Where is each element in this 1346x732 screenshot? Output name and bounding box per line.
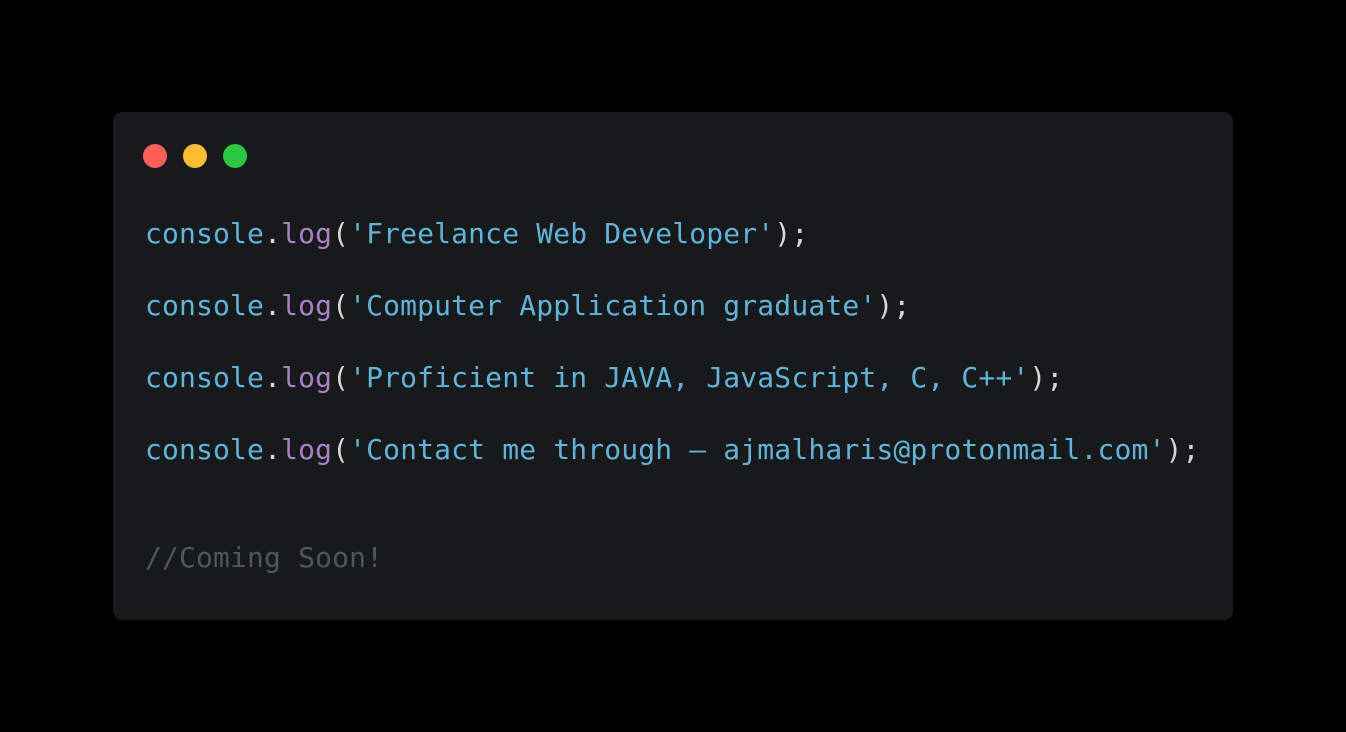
code-object: console [145,361,265,394]
code-method: log [281,361,333,394]
code-line-3: console.log('Proficient in JAVA, JavaScr… [145,360,1063,396]
code-method: log [281,289,333,322]
code-string: 'Computer Application graduate' [349,289,877,322]
code-close: ); [1165,433,1200,466]
code-dot: . [264,433,282,466]
code-close: ); [774,217,809,250]
maximize-dot-icon[interactable] [223,144,247,168]
code-dot: . [264,361,282,394]
code-open-paren: ( [332,289,350,322]
code-object: console [145,433,265,466]
code-window: console.log('Freelance Web Developer'); … [113,112,1233,620]
code-string: 'Contact me through – ajmalharis@protonm… [349,433,1166,466]
code-line-1: console.log('Freelance Web Developer'); [145,216,808,252]
code-block: console.log('Freelance Web Developer'); … [145,112,1199,574]
code-open-paren: ( [332,361,350,394]
code-object: console [145,217,265,250]
code-open-paren: ( [332,217,350,250]
code-string: 'Proficient in JAVA, JavaScript, C, C++' [349,361,1030,394]
code-close: ); [876,289,911,322]
code-close: ); [1029,361,1064,394]
code-line-4: console.log('Contact me through – ajmalh… [145,432,1200,468]
code-open-paren: ( [332,433,350,466]
code-dot: . [264,217,282,250]
code-dot: . [264,289,282,322]
code-line-2: console.log('Computer Application gradua… [145,288,910,324]
code-string: 'Freelance Web Developer' [349,217,775,250]
code-method: log [281,433,333,466]
code-object: console [145,289,265,322]
code-comment: //Coming Soon! [145,541,384,574]
code-method: log [281,217,333,250]
